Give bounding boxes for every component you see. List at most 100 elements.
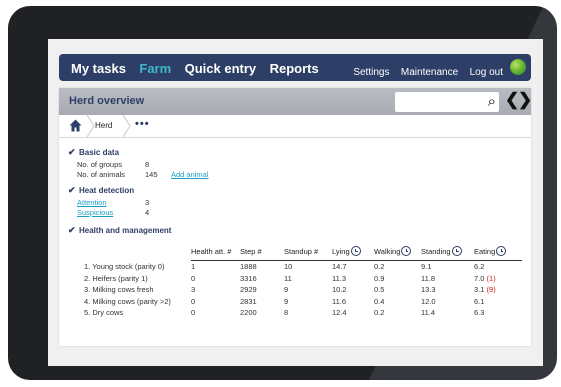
nav-my-tasks[interactable]: My tasks <box>71 61 126 76</box>
table-row[interactable]: 4. Milking cows (parity >2) 0 2831 9 11.… <box>84 296 522 308</box>
standing-value: 9.1 <box>421 262 432 272</box>
step-value: 2831 <box>240 296 257 306</box>
clock-icon[interactable] <box>496 246 507 256</box>
step-value: 1888 <box>240 262 257 272</box>
breadcrumb: Herd ••• <box>59 115 531 138</box>
breadcrumb-separator-icon <box>122 115 131 137</box>
column-header-walking[interactable]: Walking <box>374 245 421 261</box>
group-name: 4. Milking cows (parity >2) <box>84 296 171 306</box>
eating-value: 6.1 <box>474 296 485 306</box>
standup-value: 11 <box>284 273 292 283</box>
eating-cell: 6.3 <box>474 307 522 319</box>
lying-value: 12.4 <box>332 308 347 318</box>
logout-link[interactable]: Log out <box>470 67 503 78</box>
chevron-down-icon: ✔ <box>68 185 76 195</box>
settings-link[interactable]: Settings <box>353 67 389 78</box>
page-title: Herd overview <box>69 95 145 107</box>
top-navigation-bar: My tasks Farm Quick entry Reports Settin… <box>59 54 531 81</box>
animals-value: 145 <box>145 170 158 179</box>
eating-alert-count[interactable]: (1) <box>487 274 496 283</box>
search-input[interactable] <box>395 92 483 112</box>
standup-value: 9 <box>284 285 289 295</box>
section-health-management[interactable]: ✔ Health and management <box>68 225 171 236</box>
column-header-lying[interactable]: Lying <box>332 245 374 261</box>
standup-value: 8 <box>284 308 289 318</box>
standing-value: 12.0 <box>421 296 436 306</box>
breadcrumb-more-button[interactable]: ••• <box>135 118 150 130</box>
eating-value: 6.2 <box>474 262 485 272</box>
health-att-value: 0 <box>191 273 196 283</box>
standing-value: 13.3 <box>421 285 436 295</box>
clock-icon[interactable] <box>401 246 412 256</box>
nav-farm[interactable]: Farm <box>139 61 171 76</box>
tablet-frame: My tasks Farm Quick entry Reports Settin… <box>8 6 557 380</box>
globe-icon[interactable] <box>510 59 526 75</box>
clock-icon[interactable] <box>451 246 462 256</box>
nav-reports[interactable]: Reports <box>270 61 319 76</box>
eating-value: 3.1 <box>474 285 485 295</box>
step-value: 2200 <box>240 308 257 318</box>
groups-value: 8 <box>145 160 150 169</box>
walking-value: 0.4 <box>374 296 385 306</box>
health-att-value: 1 <box>191 262 196 272</box>
walking-value: 0.2 <box>374 308 385 318</box>
section-basic-data[interactable]: ✔ Basic data <box>68 147 119 158</box>
clock-icon[interactable] <box>350 246 361 256</box>
standup-value: 9 <box>284 296 289 306</box>
app-screen: My tasks Farm Quick entry Reports Settin… <box>48 39 543 366</box>
lying-value: 11.6 <box>332 296 347 306</box>
groups-label: No. of groups <box>77 160 123 169</box>
column-header-step[interactable]: Step # <box>240 245 284 261</box>
eating-cell: 3.1 (9) <box>474 284 522 296</box>
column-header-standing[interactable]: Standing <box>421 245 474 261</box>
group-name: 2. Heifers (parity 1) <box>84 273 148 283</box>
group-name: 5. Dry cows <box>84 308 124 318</box>
eating-alert-count[interactable]: (9) <box>487 285 496 294</box>
add-animal-link[interactable]: Add animal <box>171 170 209 179</box>
health-att-value: 0 <box>191 296 196 306</box>
card-header: Herd overview ⌕ ❮ ❯ <box>59 88 532 115</box>
nav-quick-entry[interactable]: Quick entry <box>185 61 257 76</box>
table-header-row: Health att. # Step # Standup # Lying Wal… <box>84 245 522 261</box>
walking-value: 0.2 <box>374 262 385 272</box>
animals-label: No. of animals <box>77 170 125 179</box>
suspicious-link[interactable]: Suspicious <box>77 208 113 217</box>
home-icon[interactable] <box>69 119 82 132</box>
search-box: ⌕ <box>395 92 499 112</box>
utility-menu: Settings Maintenance Log out <box>346 62 503 80</box>
standing-value: 11.8 <box>421 273 436 283</box>
herd-overview-card: Herd overview ⌕ ❮ ❯ Herd ••• ✔ Basic dat… <box>59 88 532 346</box>
search-icon[interactable]: ⌕ <box>488 93 496 111</box>
attention-link[interactable]: Attention <box>77 198 107 207</box>
eating-value: 7.0 <box>474 273 485 283</box>
table-row[interactable]: 3. Milking cows fresh 3 2929 9 10.2 0.5 … <box>84 284 522 296</box>
group-name: 3. Milking cows fresh <box>84 285 154 295</box>
column-header-standup[interactable]: Standup # <box>284 245 332 261</box>
section-title: Health and management <box>79 226 172 235</box>
column-header-group <box>84 245 191 261</box>
column-header-health-att[interactable]: Health att. # <box>191 245 240 261</box>
breadcrumb-herd[interactable]: Herd <box>95 121 112 130</box>
walking-value: 0.5 <box>374 285 385 295</box>
health-att-value: 0 <box>191 308 196 318</box>
column-header-eating[interactable]: Eating <box>474 245 522 261</box>
eating-cell: 7.0 (1) <box>474 273 522 285</box>
main-menu: My tasks Farm Quick entry Reports <box>71 60 328 78</box>
section-heat-detection[interactable]: ✔ Heat detection <box>68 185 134 196</box>
walking-value: 0.9 <box>374 273 385 283</box>
chevron-right-icon[interactable]: ❯ <box>518 90 532 110</box>
lying-value: 14.7 <box>332 262 347 272</box>
maintenance-link[interactable]: Maintenance <box>401 67 458 78</box>
eating-value: 6.3 <box>474 308 485 318</box>
step-value: 2929 <box>240 285 257 295</box>
attention-value: 3 <box>145 198 150 207</box>
table-row[interactable]: 2. Heifers (parity 1) 0 3316 11 11.3 0.9… <box>84 273 522 285</box>
suspicious-value: 4 <box>145 208 150 217</box>
standing-value: 11.4 <box>421 308 436 318</box>
eating-cell: 6.1 <box>474 296 522 308</box>
lying-value: 11.3 <box>332 273 347 283</box>
health-att-value: 3 <box>191 285 196 295</box>
table-row[interactable]: 1. Young stock (parity 0) 1 1888 10 14.7… <box>84 261 522 273</box>
table-row[interactable]: 5. Dry cows 0 2200 8 12.4 0.2 11.4 6.3 <box>84 307 522 319</box>
health-table: Health att. # Step # Standup # Lying Wal… <box>84 245 522 319</box>
